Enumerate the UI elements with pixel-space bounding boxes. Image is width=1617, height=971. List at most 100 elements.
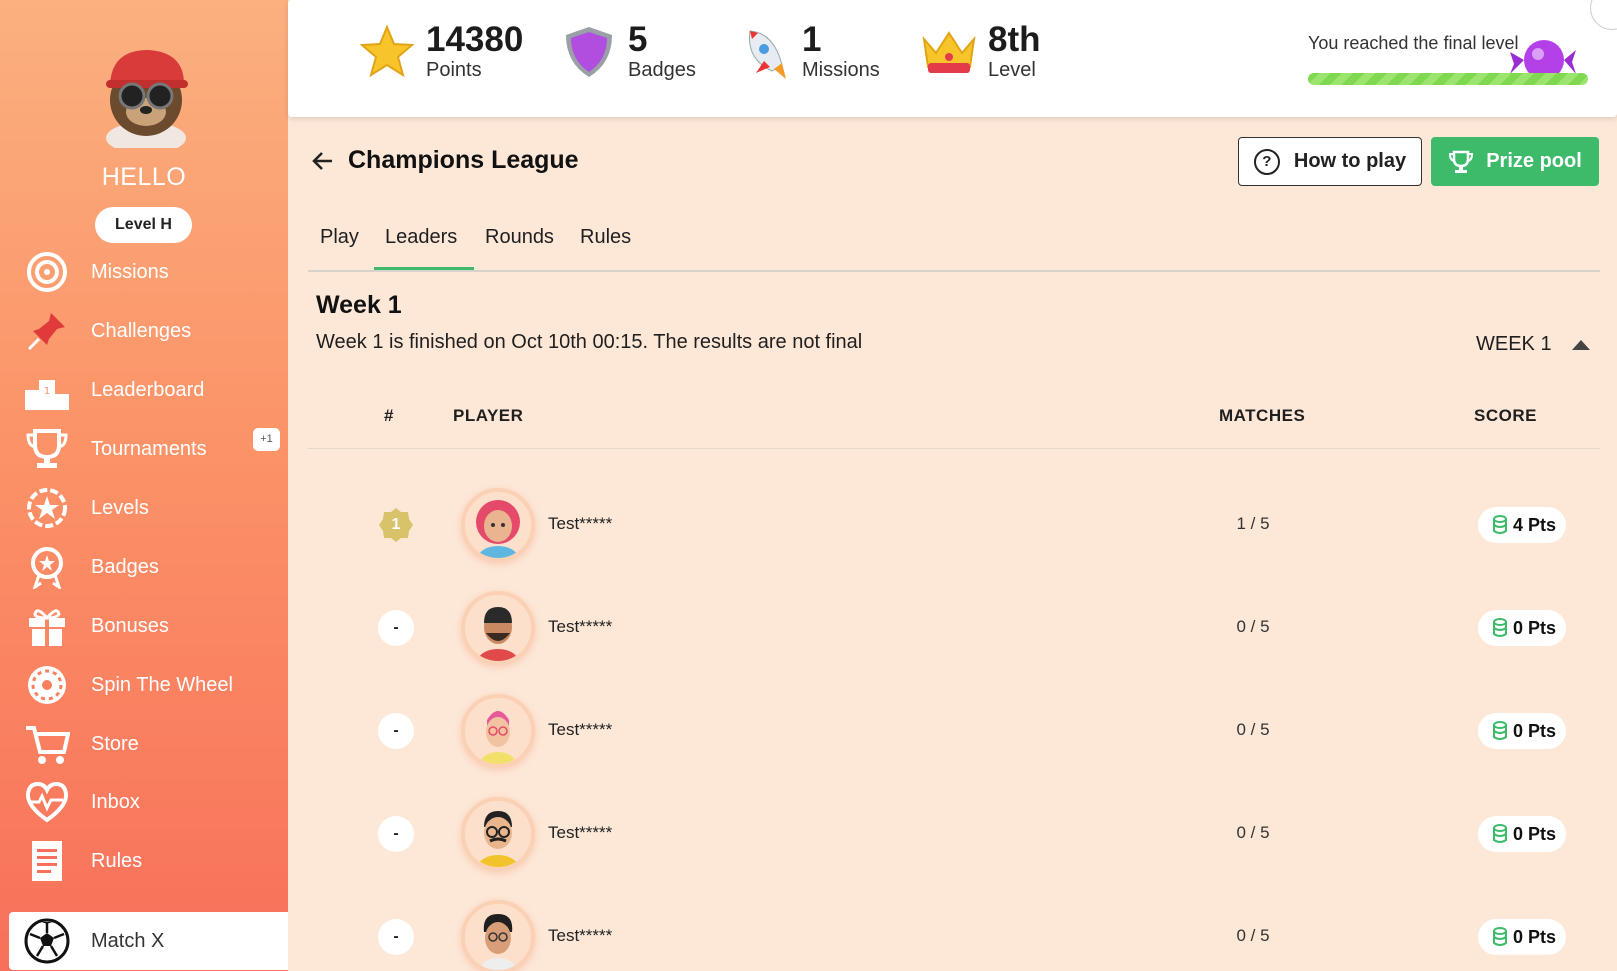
- sidebar-item-challenges[interactable]: Challenges: [0, 302, 288, 360]
- crown-icon: [920, 23, 978, 81]
- rocket-icon: [734, 23, 792, 81]
- shield-icon: [560, 23, 618, 81]
- player-matches: 0 / 5: [1236, 823, 1270, 842]
- stats-bar: 14380 Points 5 Badges 1 Missions 8th Lev…: [288, 0, 1617, 117]
- column-score: SCORE: [1474, 406, 1537, 425]
- player-score: 4 Pts: [1478, 507, 1567, 543]
- back-arrow-icon[interactable]: [310, 148, 336, 174]
- sidebar-item-leaderboard[interactable]: 1 Leaderboard: [0, 361, 288, 419]
- player-score: 0 Pts: [1478, 919, 1567, 955]
- table-row[interactable]: - Test***** 0 / 5 0 Pts: [308, 789, 1600, 879]
- sidebar-item-tournaments[interactable]: Tournaments: [0, 420, 288, 478]
- column-player: PLAYER: [453, 406, 524, 425]
- player-name: Test*****: [548, 720, 613, 739]
- week-select[interactable]: WEEK 1: [1476, 333, 1590, 356]
- greeting: HELLO: [101, 163, 187, 191]
- missions-label: Missions: [802, 59, 880, 81]
- final-level-text: You reached the final level: [1308, 33, 1519, 53]
- gift-icon: [22, 601, 72, 651]
- tournaments-count-badge: +1: [253, 428, 280, 451]
- page-title: Champions League: [348, 146, 579, 174]
- wheel-icon: [22, 660, 72, 710]
- sidebar-item-label: Missions: [91, 260, 169, 283]
- avatar: [461, 797, 535, 871]
- sidebar-item-bonuses[interactable]: Bonuses: [0, 597, 288, 655]
- player-name: Test*****: [548, 823, 613, 842]
- player-score: 0 Pts: [1478, 610, 1567, 646]
- sidebar-item-label: Store: [91, 732, 139, 755]
- week-select-value: WEEK 1: [1476, 333, 1552, 355]
- sidebar-item-missions[interactable]: Missions: [0, 243, 288, 301]
- question-icon: ?: [1253, 148, 1280, 175]
- player-matches: 0 / 5: [1236, 720, 1270, 739]
- table-row[interactable]: - Test***** 0 / 5 0 Pts: [308, 892, 1600, 971]
- rank-value: -: [378, 816, 414, 852]
- player-matches: 1 / 5: [1236, 514, 1270, 533]
- coins-icon: [1493, 721, 1507, 740]
- award-icon: [22, 542, 72, 592]
- player-score-value: 0 Pts: [1513, 720, 1557, 741]
- level-value: 8th: [988, 20, 1041, 59]
- points-value: 14380: [426, 20, 524, 59]
- document-icon: [22, 836, 72, 886]
- sidebar-item-label: Challenges: [91, 319, 192, 342]
- tab-leaders[interactable]: Leaders: [385, 226, 457, 249]
- star-icon: [358, 23, 416, 81]
- badges-stat: 5 Badges: [560, 22, 696, 82]
- sidebar-item-label: Inbox: [91, 790, 140, 813]
- sidebar-item-spin-the-wheel[interactable]: Spin The Wheel: [0, 656, 288, 714]
- sidebar: HELLO Level H Missions Challenges 1 Lead…: [0, 0, 288, 971]
- rank-value: -: [378, 919, 414, 955]
- chevron-up-icon: [1571, 339, 1590, 350]
- table-row[interactable]: - Test***** 0 / 5 0 Pts: [308, 583, 1600, 673]
- badges-value: 5: [628, 20, 648, 59]
- player-score-value: 4 Pts: [1513, 514, 1557, 535]
- sidebar-item-label: Match X: [91, 929, 165, 952]
- pin-icon: [22, 306, 72, 356]
- avatar: [461, 694, 535, 768]
- tab-rules[interactable]: Rules: [580, 226, 631, 249]
- prize-pool-button[interactable]: Prize pool: [1431, 137, 1599, 186]
- sidebar-item-rules[interactable]: Rules: [0, 832, 288, 890]
- sidebar-item-levels[interactable]: Levels: [0, 479, 288, 537]
- cart-icon: [22, 719, 72, 769]
- tab-bar: Play Leaders Rounds Rules: [308, 222, 1600, 272]
- table-row[interactable]: - Test***** 0 / 5 0 Pts: [308, 686, 1600, 776]
- column-matches: MATCHES: [1219, 406, 1306, 425]
- missions-stat: 1 Missions: [734, 22, 880, 82]
- sidebar-item-badges[interactable]: Badges: [0, 538, 288, 596]
- player-name: Test*****: [548, 926, 613, 945]
- player-matches: 0 / 5: [1236, 926, 1270, 945]
- sidebar-item-match-x[interactable]: Match X: [9, 912, 288, 970]
- sidebar-item-label: Spin The Wheel: [91, 673, 233, 696]
- coins-icon: [1493, 618, 1507, 637]
- table-row[interactable]: 1 Test***** 1 / 5 4 Pts: [308, 480, 1600, 570]
- tab-rounds[interactable]: Rounds: [485, 226, 554, 249]
- level-label: Level: [988, 59, 1036, 81]
- column-rank: #: [384, 406, 394, 425]
- sidebar-item-label: Levels: [91, 496, 149, 519]
- avatar: [461, 591, 535, 665]
- coins-icon: [1493, 927, 1507, 946]
- user-avatar[interactable]: [92, 40, 200, 154]
- coins-icon: [1493, 824, 1507, 843]
- level-badge: Level H: [95, 207, 192, 243]
- points-label: Points: [426, 59, 482, 81]
- tab-play[interactable]: Play: [320, 226, 359, 249]
- rank-value: -: [378, 610, 414, 646]
- sidebar-item-inbox[interactable]: Inbox: [0, 773, 288, 831]
- week-title: Week 1: [316, 291, 402, 319]
- svg-text:1: 1: [44, 386, 50, 397]
- candy-icon: [1508, 30, 1578, 97]
- points-stat: 14380 Points: [358, 22, 523, 82]
- sidebar-item-label: Tournaments: [91, 437, 207, 460]
- player-score-value: 0 Pts: [1513, 926, 1557, 947]
- sidebar-item-store[interactable]: Store: [0, 715, 288, 773]
- player-name: Test*****: [548, 514, 613, 533]
- how-to-play-button[interactable]: ? How to play: [1238, 137, 1422, 186]
- week-subtitle: Week 1 is finished on Oct 10th 00:15. Th…: [316, 331, 863, 353]
- player-name: Test*****: [548, 617, 613, 636]
- prize-pool-label: Prize pool: [1486, 150, 1582, 172]
- sidebar-item-label: Badges: [91, 555, 159, 578]
- target-icon: [22, 247, 72, 297]
